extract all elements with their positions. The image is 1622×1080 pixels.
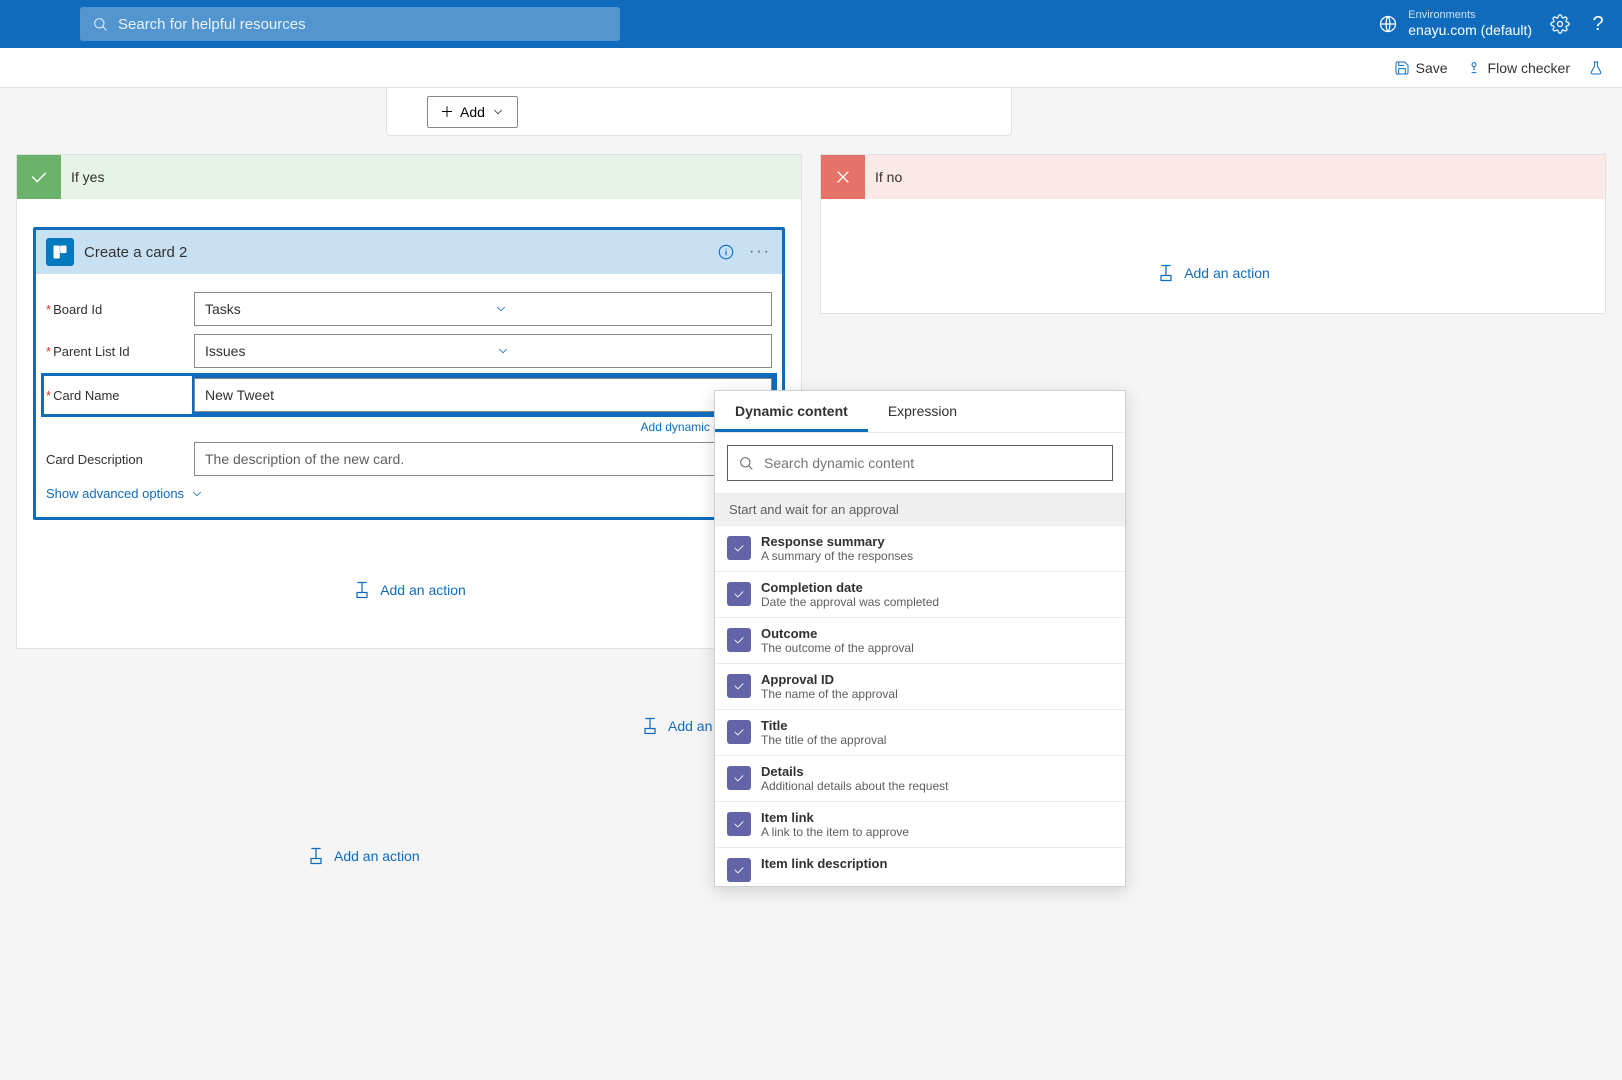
approval-icon [727, 582, 751, 606]
dc-item-desc: The title of the approval [761, 733, 886, 747]
trello-icon [46, 238, 74, 266]
add-condition-row-button[interactable]: ＋ Add [427, 96, 518, 128]
environments-label: Environments [1408, 9, 1532, 22]
top-bar: Search for helpful resources Environment… [0, 0, 1622, 48]
add-action-after-condition[interactable]: Add an a [640, 716, 724, 736]
chevron-down-icon [496, 344, 510, 358]
dc-item-title: Details [761, 764, 948, 779]
parent-list-id-label: *Parent List Id [46, 344, 194, 359]
save-button[interactable]: Save [1394, 60, 1448, 76]
card-description-input[interactable]: The description of the new card. [194, 442, 772, 476]
add-action-if-no[interactable]: Add an action [1156, 263, 1270, 283]
action-card-title: Create a card 2 [84, 244, 704, 261]
dynamic-content-search-input[interactable] [764, 455, 1102, 471]
settings-button[interactable] [1550, 14, 1570, 34]
show-advanced-options-toggle[interactable]: Show advanced options [46, 486, 772, 501]
tab-dynamic-content[interactable]: Dynamic content [715, 391, 868, 432]
dc-item-desc: The outcome of the approval [761, 641, 914, 655]
dc-item-desc: Additional details about the request [761, 779, 948, 793]
create-a-card-2-action[interactable]: Create a card 2 ··· *Board Id Tasks [33, 227, 785, 520]
environment-name: enayu.com (default) [1408, 22, 1532, 39]
board-id-label: *Board Id [46, 302, 194, 317]
plus-icon: ＋ [440, 102, 454, 122]
tab-expression[interactable]: Expression [868, 391, 977, 432]
chevron-down-icon [491, 105, 505, 119]
check-icon [17, 155, 61, 199]
checker-icon [1466, 60, 1482, 76]
dc-item-desc: Date the approval was completed [761, 595, 939, 609]
dc-item[interactable]: Item linkA link to the item to approve [715, 802, 1125, 848]
global-search[interactable]: Search for helpful resources [80, 7, 620, 41]
flask-icon [1588, 60, 1604, 76]
insert-step-icon [306, 846, 326, 866]
chevron-down-icon [190, 487, 204, 501]
dc-item[interactable]: Item link description [715, 848, 1125, 886]
approval-icon [727, 720, 751, 744]
approval-icon [727, 536, 751, 560]
approval-icon [727, 628, 751, 652]
dc-item-title: Response summary [761, 534, 913, 549]
approval-icon [727, 766, 751, 790]
insert-step-icon [1156, 263, 1176, 283]
globe-icon [1378, 14, 1398, 34]
dc-item-desc: The name of the approval [761, 687, 898, 701]
command-bar: Save Flow checker [0, 48, 1622, 88]
if-no-header: If no [821, 155, 1605, 199]
search-placeholder: Search for helpful resources [118, 16, 306, 33]
if-yes-branch: If yes Create a card 2 ··· [16, 154, 802, 649]
dc-item-title: Item link description [761, 856, 887, 871]
board-id-select[interactable]: Tasks [194, 292, 772, 326]
help-button[interactable]: ? [1588, 14, 1608, 34]
dynamic-content-popup: Dynamic content Expression Start and wai… [714, 390, 1126, 887]
dc-item[interactable]: OutcomeThe outcome of the approval [715, 618, 1125, 664]
approval-icon [727, 812, 751, 836]
info-icon [717, 243, 735, 261]
add-dynamic-content-link[interactable]: Add dynamic content ▾ [46, 420, 772, 434]
dc-item-title: Outcome [761, 626, 914, 641]
flow-designer-canvas[interactable]: ＋ Add If yes Create a [0, 88, 1622, 1080]
dc-item-desc: A link to the item to approve [761, 825, 909, 839]
dynamic-content-search[interactable] [727, 445, 1113, 481]
if-yes-header: If yes [17, 155, 801, 199]
dc-item[interactable]: Response summaryA summary of the respons… [715, 526, 1125, 572]
approval-icon [727, 674, 751, 698]
dc-item[interactable]: DetailsAdditional details about the requ… [715, 756, 1125, 802]
dc-item-title: Item link [761, 810, 909, 825]
dc-item[interactable]: Completion dateDate the approval was com… [715, 572, 1125, 618]
test-button[interactable] [1588, 60, 1604, 76]
flow-checker-button[interactable]: Flow checker [1466, 60, 1570, 76]
if-no-branch: If no Add an action [820, 154, 1606, 314]
add-action-bottom[interactable]: Add an action [306, 846, 420, 866]
action-card-header[interactable]: Create a card 2 ··· [36, 230, 782, 274]
insert-step-icon [352, 580, 372, 600]
add-action-if-yes[interactable]: Add an action [33, 580, 785, 600]
search-icon [738, 455, 754, 471]
dc-item[interactable]: Approval IDThe name of the approval [715, 664, 1125, 710]
insert-step-icon [640, 716, 660, 736]
dynamic-content-list[interactable]: Response summaryA summary of the respons… [715, 526, 1125, 886]
close-icon [821, 155, 865, 199]
action-menu-button[interactable]: ··· [748, 240, 772, 264]
dc-item-title: Completion date [761, 580, 939, 595]
save-icon [1394, 60, 1410, 76]
info-button[interactable] [714, 240, 738, 264]
card-description-label: Card Description [46, 452, 194, 467]
parent-list-id-select[interactable]: Issues [194, 334, 772, 368]
dc-item[interactable]: TitleThe title of the approval [715, 710, 1125, 756]
approval-icon [727, 858, 751, 882]
card-name-input[interactable]: New Tweet [194, 378, 772, 412]
gear-icon [1550, 14, 1570, 34]
dc-item-title: Title [761, 718, 886, 733]
environment-picker[interactable]: Environments enayu.com (default) [1378, 9, 1532, 39]
dc-group-header: Start and wait for an approval [715, 493, 1125, 526]
dc-item-title: Approval ID [761, 672, 898, 687]
dc-item-desc: A summary of the responses [761, 549, 913, 563]
chevron-down-icon [494, 302, 508, 316]
condition-builder-peek: ＋ Add [386, 88, 1012, 136]
card-name-label: *Card Name [46, 388, 194, 403]
search-icon [92, 16, 108, 32]
